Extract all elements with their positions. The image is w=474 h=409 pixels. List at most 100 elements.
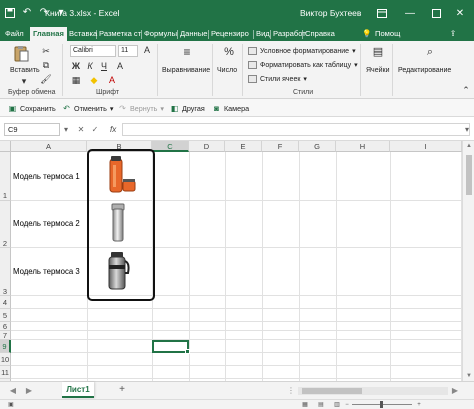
underline-icon[interactable]: Ч bbox=[98, 61, 110, 72]
zoom-slider-knob[interactable] bbox=[380, 401, 383, 408]
tab-view[interactable]: Вид bbox=[256, 27, 270, 41]
scroll-right-icon[interactable]: ▶ bbox=[450, 386, 460, 396]
conditional-formatting-button[interactable]: Условное форматирование ▾ bbox=[248, 45, 356, 57]
copy-icon[interactable]: ⧉ bbox=[40, 60, 52, 71]
editing-button[interactable]: Редактирование bbox=[398, 67, 451, 74]
font-size-select[interactable]: 11 bbox=[118, 45, 138, 57]
normal-view-icon[interactable]: ▦ bbox=[300, 401, 310, 409]
italic-icon[interactable]: К bbox=[84, 61, 96, 72]
column-header-i[interactable]: I bbox=[390, 141, 462, 152]
ribbon-display-icon[interactable] bbox=[368, 0, 396, 27]
page-layout-view-icon[interactable]: ▤ bbox=[316, 401, 326, 409]
row-header-1[interactable]: 1 bbox=[0, 152, 11, 201]
column-header-c[interactable]: C bbox=[152, 141, 189, 152]
scroll-up-icon[interactable]: ▲ bbox=[463, 141, 474, 151]
zoom-out-icon[interactable]: − bbox=[342, 401, 352, 409]
other-button[interactable]: ◧ Другая bbox=[170, 102, 205, 114]
horizontal-scroll-thumb[interactable] bbox=[302, 388, 362, 394]
name-box[interactable]: C9 bbox=[4, 123, 60, 136]
format-as-table-button[interactable]: Форматировать как таблицу ▾ bbox=[248, 59, 358, 71]
sheet-tab-list1[interactable]: Лист1 bbox=[62, 382, 94, 398]
tab-data[interactable]: Данные bbox=[180, 27, 207, 41]
redo-dropdown-icon[interactable]: ▾ bbox=[160, 104, 164, 113]
row-header-2[interactable]: 2 bbox=[0, 201, 11, 248]
column-header-e[interactable]: E bbox=[225, 141, 262, 152]
cell-a2[interactable]: Модель термоса 2 bbox=[13, 219, 80, 228]
column-header-h[interactable]: H bbox=[336, 141, 390, 152]
expand-formula-icon[interactable]: ▾ bbox=[462, 123, 472, 136]
tab-help[interactable]: Справка bbox=[305, 27, 335, 41]
alignment-icon[interactable]: ≡ bbox=[178, 46, 196, 63]
vertical-scroll-thumb[interactable] bbox=[466, 155, 472, 195]
paste-button[interactable]: Вставить bbox=[10, 67, 40, 74]
fill-color-icon[interactable]: ◆ bbox=[88, 75, 100, 86]
insert-function-button[interactable]: fx bbox=[110, 123, 116, 136]
tab-home[interactable]: Главная bbox=[30, 27, 67, 41]
row-header-10[interactable]: 10 bbox=[0, 353, 11, 366]
cut-icon[interactable]: ✂ bbox=[40, 46, 52, 57]
column-header-g[interactable]: G bbox=[299, 141, 336, 152]
collapse-ribbon-icon[interactable]: ⌃ bbox=[460, 85, 472, 96]
bold-icon[interactable]: Ж bbox=[70, 61, 82, 72]
alignment-button[interactable]: Выравнивание bbox=[162, 67, 210, 74]
close-icon[interactable]: ✕ bbox=[446, 0, 474, 27]
cells-button[interactable]: Ячейки bbox=[366, 67, 389, 74]
share-icon[interactable]: ⇪ bbox=[450, 27, 456, 41]
paste-dropdown-icon[interactable]: ▾ bbox=[18, 76, 30, 87]
row-header-6[interactable]: 6 bbox=[0, 322, 11, 331]
tab-insert[interactable]: Вставка bbox=[69, 27, 97, 41]
search-icon[interactable]: ⌕ bbox=[422, 47, 438, 63]
format-painter-icon[interactable]: 🖌 bbox=[40, 74, 52, 85]
scroll-down-icon[interactable]: ▼ bbox=[463, 371, 474, 381]
borders-icon[interactable]: ▦ bbox=[70, 75, 82, 86]
tab-review[interactable]: Рецензиро bbox=[211, 27, 249, 41]
tab-tell-me[interactable]: Помощ bbox=[375, 27, 400, 41]
grow-font-icon[interactable]: A bbox=[141, 45, 153, 56]
sheet-prev-icon[interactable]: ◀ bbox=[8, 386, 18, 396]
macro-record-icon[interactable]: ▣ bbox=[6, 401, 16, 409]
tab-split-icon[interactable]: ⋮ bbox=[286, 386, 296, 396]
tab-developer[interactable]: Разработ bbox=[273, 27, 306, 41]
select-all-corner[interactable] bbox=[0, 141, 11, 152]
cell-a3[interactable]: Модель термоса 3 bbox=[13, 267, 80, 276]
row-header-5[interactable]: 5 bbox=[0, 309, 11, 322]
worksheet-grid[interactable]: A B C D E F G H I 1 2 3 4 5 6 7 8 9 10 1… bbox=[0, 141, 474, 381]
font-name-select[interactable]: Calibri bbox=[70, 45, 116, 57]
cancel-icon[interactable]: ✕ bbox=[76, 123, 86, 136]
tab-page-layout[interactable]: Разметка ст bbox=[99, 27, 141, 41]
add-sheet-button[interactable]: + bbox=[116, 384, 128, 396]
camera-button[interactable]: ◙ Камера bbox=[212, 102, 249, 114]
row-header-4[interactable]: 4 bbox=[0, 296, 11, 309]
user-name[interactable]: Виктор Бухтеев bbox=[300, 8, 361, 18]
row-header-3[interactable]: 3 bbox=[0, 248, 11, 296]
row-header-11[interactable]: 11 bbox=[0, 366, 11, 379]
font-color-icon[interactable]: A bbox=[106, 75, 118, 86]
active-cell-c9[interactable] bbox=[152, 340, 189, 353]
cell-styles-button[interactable]: Стили ячеек ▾ bbox=[248, 73, 307, 85]
undo-dropdown-icon[interactable]: ▾ bbox=[110, 104, 114, 113]
save-button[interactable]: ▣ Сохранить bbox=[8, 102, 56, 114]
sheet-next-icon[interactable]: ▶ bbox=[24, 386, 34, 396]
lightbulb-icon[interactable]: 💡 bbox=[362, 27, 371, 41]
cell-a1[interactable]: Модель термоса 1 bbox=[13, 172, 80, 181]
enter-icon[interactable]: ✓ bbox=[90, 123, 100, 136]
redo-button[interactable]: ↷ Вернуть ▾ bbox=[118, 102, 164, 114]
column-header-d[interactable]: D bbox=[189, 141, 225, 152]
row-header-9[interactable]: 9 bbox=[0, 340, 11, 353]
tab-file[interactable]: Файл bbox=[5, 27, 24, 41]
paste-icon[interactable] bbox=[12, 45, 30, 63]
horizontal-scrollbar[interactable] bbox=[298, 387, 448, 395]
column-header-a[interactable]: A bbox=[11, 141, 87, 152]
page-break-view-icon[interactable]: ▥ bbox=[332, 401, 342, 409]
undo-button[interactable]: ↶ Отменить ▾ bbox=[62, 102, 113, 114]
tab-formulas[interactable]: Формулы bbox=[144, 27, 177, 41]
percent-icon[interactable]: % bbox=[222, 47, 236, 63]
cells-icon[interactable]: ▤ bbox=[370, 47, 386, 63]
vertical-scrollbar[interactable]: ▲ ▼ bbox=[462, 141, 474, 381]
row-header-7[interactable]: 7 bbox=[0, 331, 11, 340]
zoom-in-icon[interactable]: + bbox=[414, 401, 424, 409]
minimize-icon[interactable]: — bbox=[396, 0, 424, 27]
column-header-f[interactable]: F bbox=[262, 141, 299, 152]
save-icon[interactable] bbox=[4, 7, 16, 19]
formula-input[interactable] bbox=[122, 123, 470, 136]
